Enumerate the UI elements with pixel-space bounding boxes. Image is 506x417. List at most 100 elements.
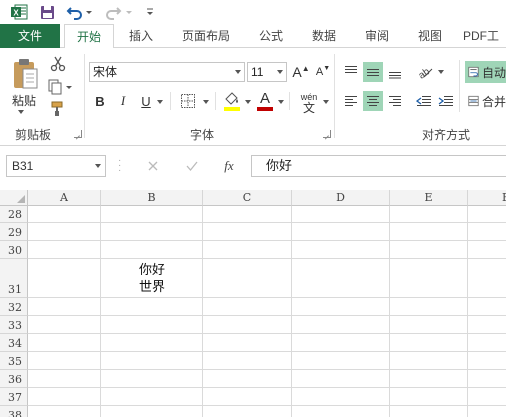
row-header-38[interactable]: 38 [0,406,28,417]
tab-review[interactable]: 审阅 [356,24,398,48]
cell[interactable] [292,206,390,223]
increase-indent-icon[interactable] [436,91,456,111]
select-all-button[interactable] [0,190,28,206]
cell[interactable] [292,316,390,334]
column-header-c[interactable]: C [203,190,292,206]
cell[interactable] [468,370,506,388]
row-header-32[interactable]: 32 [0,298,28,316]
tab-page-layout[interactable]: 页面布局 [174,24,238,48]
column-header-d[interactable]: D [292,190,390,206]
cell[interactable] [390,316,468,334]
undo-icon[interactable] [65,2,95,22]
cell[interactable] [390,298,468,316]
cell[interactable] [390,406,468,417]
cell[interactable] [28,352,101,370]
italic-button[interactable]: I [114,91,132,111]
tab-insert[interactable]: 插入 [118,24,164,48]
borders-icon[interactable] [177,91,199,111]
column-header-f[interactable]: F [468,190,506,206]
customize-qat-icon[interactable] [143,2,157,22]
font-size-dropdown-icon[interactable] [274,63,286,81]
cell[interactable] [292,241,390,259]
top-align-icon[interactable] [341,62,361,82]
cell[interactable] [390,370,468,388]
cell[interactable] [390,352,468,370]
cell[interactable] [203,206,292,223]
borders-dropdown-icon[interactable] [203,100,209,104]
cell[interactable] [390,259,468,298]
cell[interactable] [101,241,203,259]
cell[interactable] [28,406,101,417]
merge-center-button[interactable]: 合并 [465,91,506,111]
orientation-dropdown-icon[interactable] [438,70,444,74]
row-header-28[interactable]: 28 [0,206,28,223]
cell[interactable] [28,259,101,298]
row-header-33[interactable]: 33 [0,316,28,334]
tab-pdf[interactable]: PDF工 [463,24,506,48]
cell[interactable] [101,206,203,223]
row-header-35[interactable]: 35 [0,352,28,370]
align-center-icon[interactable] [363,91,383,111]
cell[interactable] [292,388,390,406]
cell[interactable] [390,388,468,406]
formula-input[interactable]: 你好 [251,155,506,177]
orientation-icon[interactable]: ab [414,62,436,82]
paste-label[interactable]: 粘贴 [12,92,36,109]
name-box-dropdown-icon[interactable] [95,164,101,168]
row-header-31[interactable]: 31 [0,259,28,298]
save-icon[interactable] [37,2,57,22]
cell[interactable] [292,259,390,298]
cell[interactable] [203,298,292,316]
decrease-indent-icon[interactable] [414,91,434,111]
insert-function-button[interactable]: fx [219,157,239,175]
cell[interactable] [203,388,292,406]
font-size-combo[interactable]: 11 [247,62,287,82]
cell[interactable] [468,241,506,259]
phonetic-guide-icon[interactable]: wén 文 [296,90,322,114]
column-header-a[interactable]: A [28,190,101,206]
phonetic-dropdown-icon[interactable] [323,100,329,104]
tab-file[interactable]: 文件 [0,24,60,48]
cell[interactable] [390,206,468,223]
clipboard-launcher-icon[interactable] [74,130,82,138]
row-header-29[interactable]: 29 [0,223,28,241]
cell[interactable] [292,406,390,417]
column-header-e[interactable]: E [390,190,468,206]
middle-align-icon[interactable] [363,62,383,82]
align-left-icon[interactable] [341,91,361,111]
cell[interactable] [390,241,468,259]
cell[interactable] [468,223,506,241]
cell[interactable] [28,388,101,406]
fill-color-dropdown-icon[interactable] [245,100,251,104]
cell[interactable] [101,316,203,334]
cell[interactable] [28,334,101,352]
tab-formulas[interactable]: 公式 [250,24,292,48]
cell[interactable] [28,316,101,334]
cell[interactable] [203,334,292,352]
font-color-icon[interactable]: A [255,89,275,113]
cell[interactable] [28,206,101,223]
bottom-align-icon[interactable] [385,62,405,82]
format-painter-icon[interactable] [48,100,68,118]
paste-dropdown-icon[interactable] [18,110,24,114]
cell[interactable] [468,352,506,370]
redo-icon[interactable] [105,2,135,22]
cell[interactable] [203,316,292,334]
tab-data[interactable]: 数据 [303,24,345,48]
cell[interactable] [468,334,506,352]
copy-icon[interactable] [46,78,76,96]
cell[interactable] [28,223,101,241]
excel-icon[interactable]: X [8,2,30,22]
cell[interactable] [101,223,203,241]
cell[interactable] [468,206,506,223]
cell[interactable] [203,370,292,388]
cell[interactable] [101,298,203,316]
cell[interactable] [468,406,506,417]
row-header-37[interactable]: 37 [0,388,28,406]
cell[interactable] [203,406,292,417]
underline-dropdown-icon[interactable] [157,100,163,104]
cancel-icon[interactable] [144,158,162,174]
align-right-icon[interactable] [385,91,405,111]
cell[interactable] [203,259,292,298]
cell[interactable] [292,223,390,241]
